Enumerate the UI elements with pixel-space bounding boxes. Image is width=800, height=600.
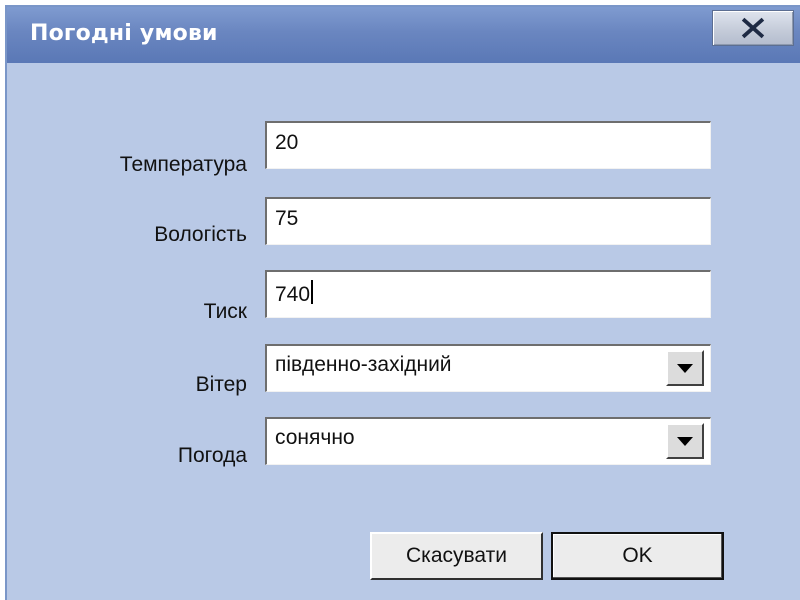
weather-dropdown-button[interactable]: [666, 423, 704, 459]
text-cursor: [311, 280, 314, 304]
dialog-window: Погодні умови Температура 20 Вологість 7…: [5, 5, 800, 600]
chevron-down-icon: [677, 437, 693, 446]
temperature-label: Температура: [119, 153, 247, 176]
wind-label: Вітер: [195, 373, 247, 396]
cancel-button[interactable]: Скасувати: [370, 532, 543, 580]
wind-select[interactable]: південно-західний: [265, 344, 711, 392]
weather-label: Погода: [177, 444, 247, 467]
temperature-input[interactable]: 20: [265, 121, 711, 169]
pressure-value: 740: [275, 283, 311, 306]
weather-select[interactable]: сонячно: [265, 417, 711, 465]
title-bar[interactable]: Погодні умови: [7, 7, 800, 63]
humidity-label: Вологість: [154, 223, 247, 246]
humidity-value: 75: [275, 207, 299, 230]
close-button[interactable]: [712, 10, 794, 46]
pressure-label: Тиск: [203, 300, 247, 323]
close-icon: [741, 17, 765, 39]
weather-selected-value: сонячно: [275, 426, 355, 449]
wind-dropdown-button[interactable]: [666, 350, 704, 386]
ok-button[interactable]: OK: [551, 532, 724, 580]
temperature-value: 20: [275, 131, 299, 154]
humidity-input[interactable]: 75: [265, 197, 711, 245]
wind-selected-value: південно-західний: [275, 353, 452, 376]
chevron-down-icon: [677, 364, 693, 373]
window-title: Погодні умови: [30, 21, 218, 46]
pressure-input[interactable]: 740: [265, 270, 711, 318]
